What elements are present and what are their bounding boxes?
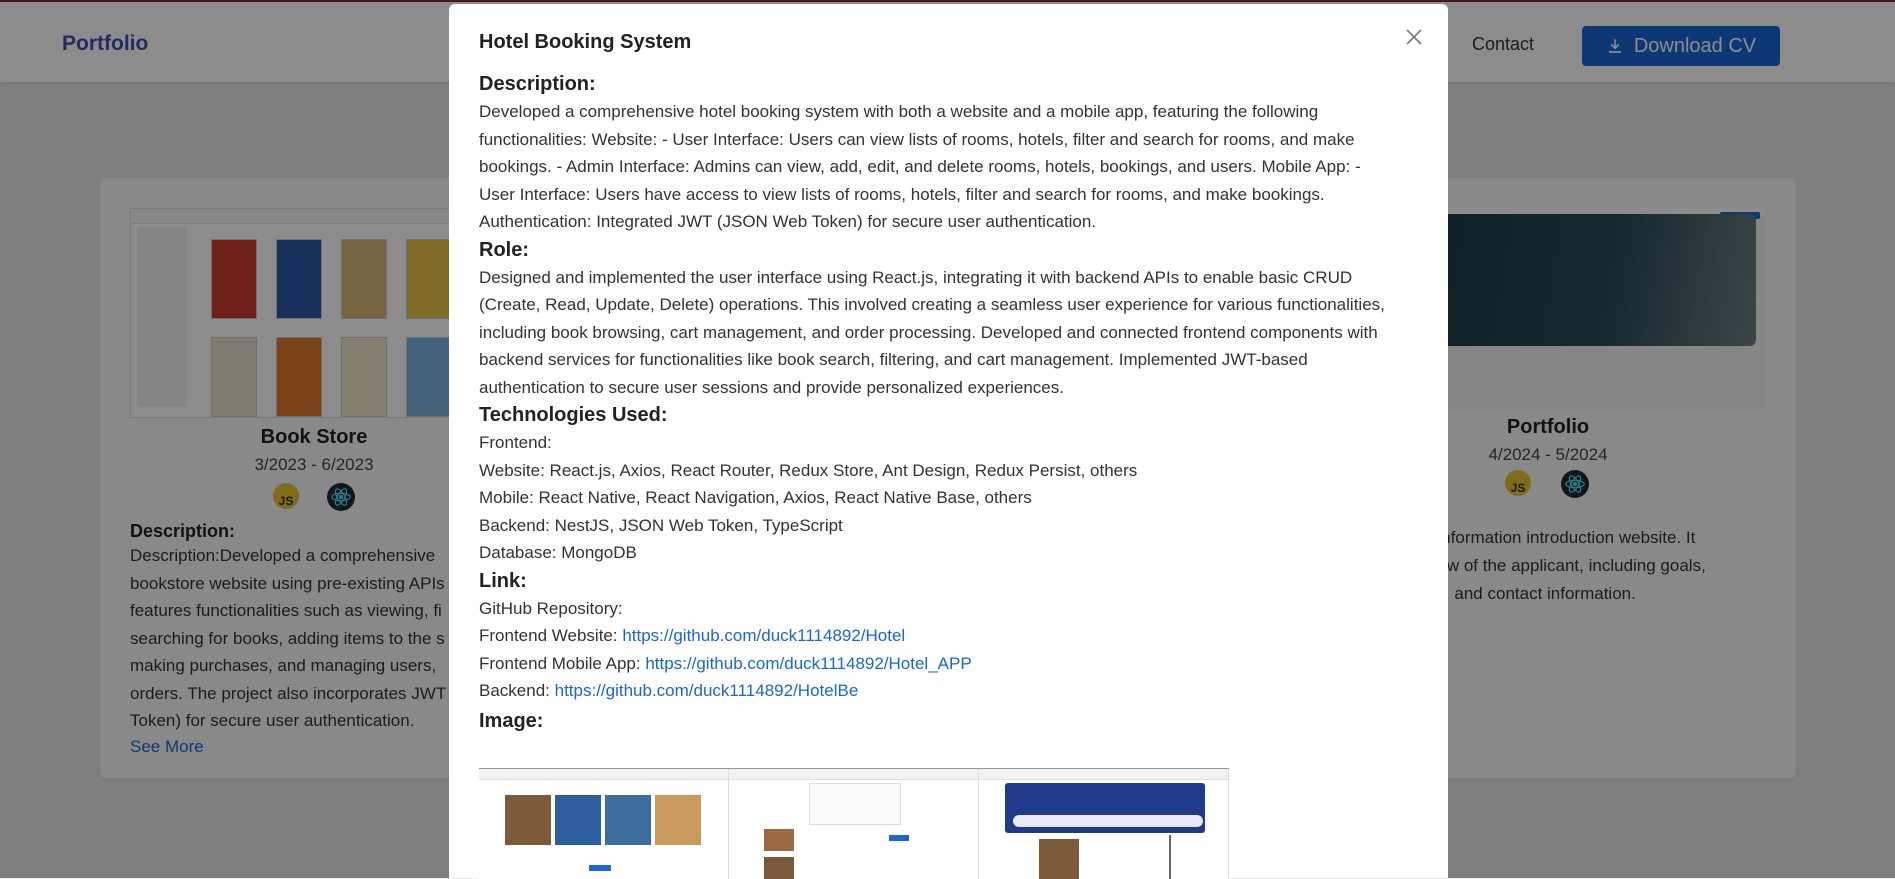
project-screenshots[interactable] (479, 768, 1229, 879)
role-line: (Create, Read, Update, Delete) operation… (479, 295, 1385, 314)
role-line: including book browsing, cart management… (479, 322, 1378, 342)
description-line: Authentication: Integrated JWT (JSON Web… (479, 212, 1097, 231)
tech-line: Database: MongoDB (479, 543, 637, 562)
screenshot-website[interactable] (479, 769, 729, 879)
link-heading: Link: (479, 569, 527, 592)
tech-line: Backend: NestJS, JSON Web Token, TypeScr… (479, 515, 843, 535)
modal-title: Hotel Booking System (479, 31, 692, 53)
technologies-heading: Technologies Used: (479, 404, 668, 426)
description-line: bookings. - Admin Interface: Admins can … (479, 157, 1361, 176)
role-line: backend services for functionalities lik… (479, 350, 1308, 369)
website-link-row: Frontend Website: https://github.com/duc… (479, 622, 1417, 650)
image-heading: Image: (479, 709, 544, 732)
repo-label: GitHub Repository: (479, 598, 623, 618)
description-heading: Description: (479, 73, 596, 95)
website-label: Frontend Website: (479, 626, 623, 645)
website-url-link[interactable]: https://github.com/duck1114892/Hotel (622, 626, 905, 645)
mobile-link-row: Frontend Mobile App: https://github.com/… (479, 650, 1417, 678)
description-line: Developed a comprehensive hotel booking … (479, 102, 1319, 121)
screenshot-admin[interactable] (729, 769, 979, 879)
screenshot-mobile[interactable] (979, 769, 1229, 879)
tech-line: Mobile: React Native, React Navigation, … (479, 488, 1032, 507)
links-list: GitHub Repository: Frontend Website: htt… (479, 595, 1417, 705)
description-line: functionalities: Website: - User Interfa… (479, 129, 1355, 149)
tech-line: Frontend: (479, 433, 552, 452)
description-text: Developed a comprehensive hotel booking … (479, 98, 1417, 236)
mobile-label: Frontend Mobile App: (479, 653, 646, 673)
close-icon[interactable] (1404, 27, 1424, 47)
mobile-url-link[interactable]: https://github.com/duck1114892/Hotel_APP (645, 654, 971, 673)
backend-label: Backend: (479, 681, 555, 700)
technologies-list: Frontend: Website: React.js, Axios, Reac… (479, 429, 1417, 567)
tech-line: Website: React.js, Axios, React Router, … (479, 460, 1138, 480)
role-heading: Role: (479, 238, 529, 261)
backend-link-row: Backend: https://github.com/duck1114892/… (479, 677, 1417, 705)
role-line: Designed and implemented the user interf… (479, 267, 1353, 287)
description-line: User Interface: Users have access to vie… (479, 184, 1325, 204)
role-line: authentication to secure user sessions a… (479, 377, 1064, 397)
backend-url-link[interactable]: https://github.com/duck1114892/HotelBe (555, 681, 859, 700)
modal-body: Description: Developed a comprehensive h… (479, 70, 1417, 735)
role-text: Designed and implemented the user interf… (479, 264, 1417, 402)
